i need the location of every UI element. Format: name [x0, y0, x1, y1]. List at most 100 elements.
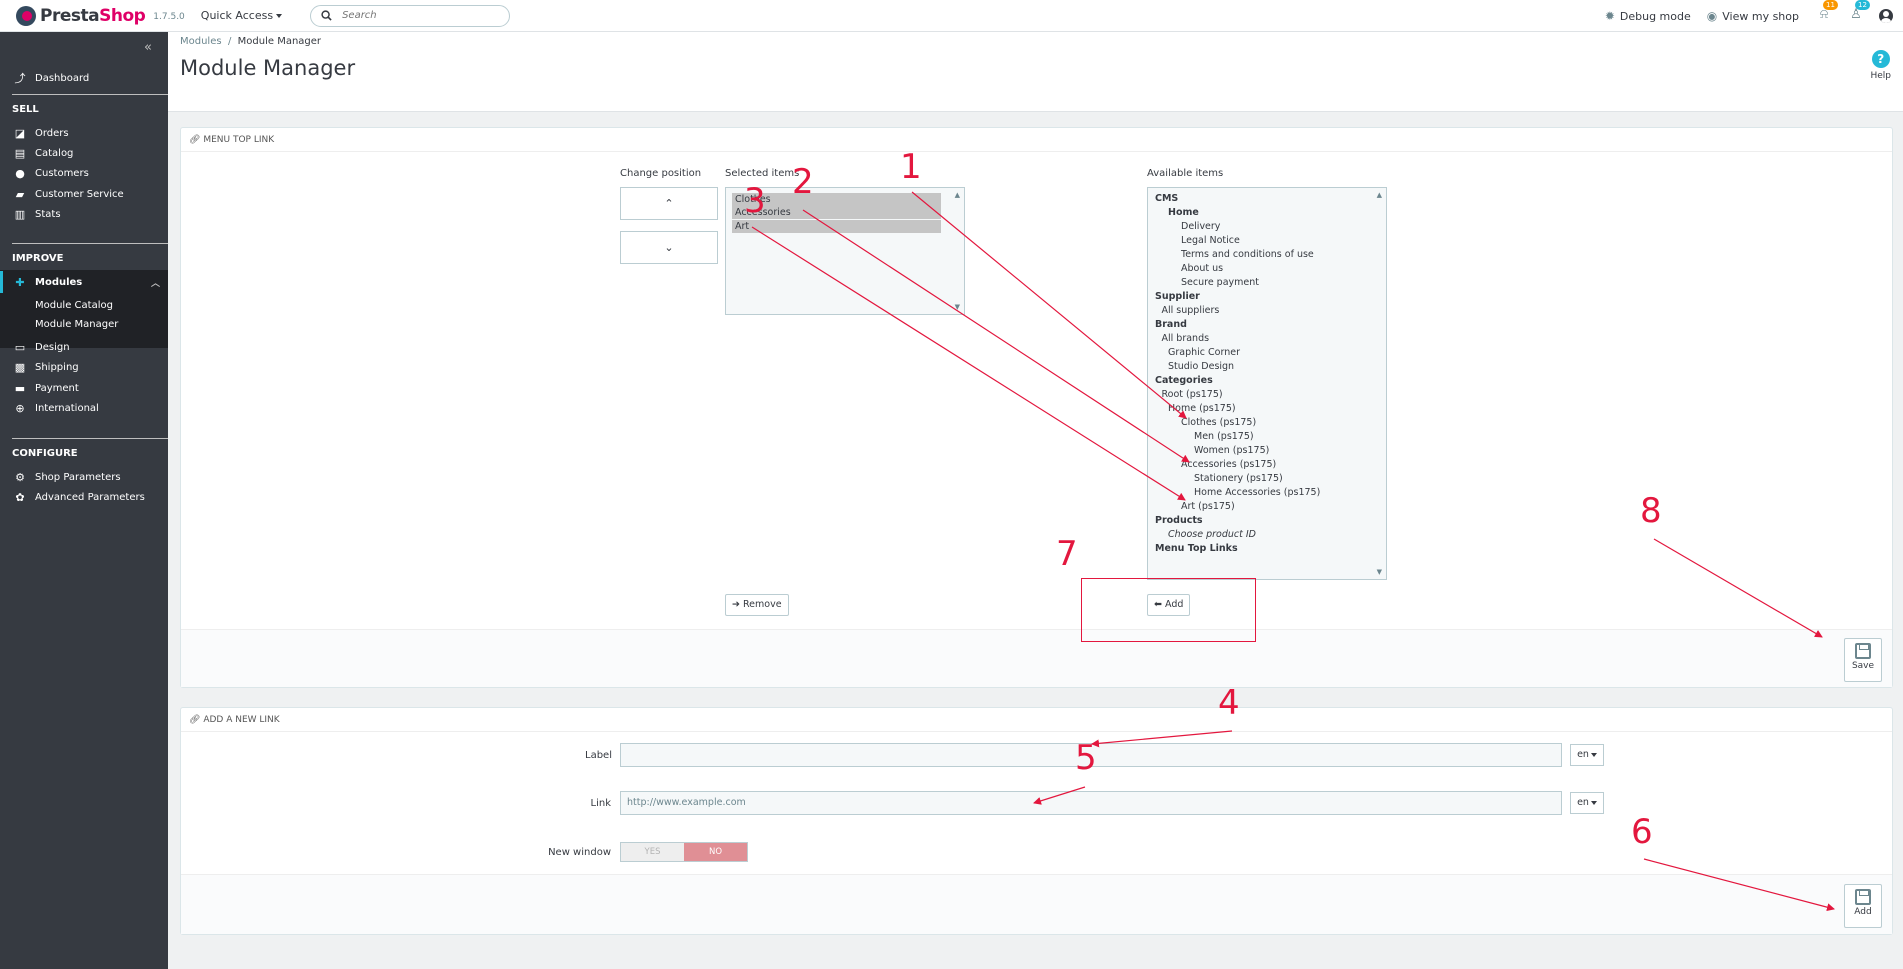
bar-chart-icon: ▥ [14, 207, 26, 221]
available-items-list[interactable]: ▲ ▼ CMS Home Delivery Legal Notice Terms and… [1147, 187, 1387, 580]
available-option[interactable]: Legal Notice [1181, 235, 1240, 246]
view-shop-link[interactable]: ◉ View my shop [1707, 9, 1799, 23]
annotation-6: 6 [1631, 812, 1653, 852]
available-option[interactable]: Women (ps175) [1194, 445, 1269, 456]
annotation-5: 5 [1075, 738, 1097, 778]
panel-heading: 🔗︎ ADD A NEW LINK [181, 708, 1892, 732]
sidebar-item-shipping[interactable]: ▩ Shipping [0, 357, 168, 377]
annotation-4: 4 [1218, 683, 1240, 723]
selected-option[interactable]: Art [732, 220, 941, 233]
user-icon: ● [15, 166, 25, 180]
top-bar: PrestaShop 1.7.5.0 Quick Access ✹Debug m… [0, 0, 1903, 32]
logo-icon [16, 5, 36, 26]
available-option[interactable]: Accessories (ps175) [1181, 459, 1276, 470]
sidebar-item-international[interactable]: ⊕ International [0, 398, 168, 418]
trend-icon: ⤴ [14, 72, 26, 85]
available-option[interactable]: Men (ps175) [1194, 431, 1254, 442]
available-option[interactable]: Home (ps175) [1168, 403, 1236, 414]
breadcrumb: Modules / Module Manager [180, 36, 322, 47]
puzzle-icon: ✚ [15, 275, 25, 289]
sidebar-subitem-module-manager[interactable]: Module Manager [35, 319, 118, 330]
remove-button[interactable]: ➔ Remove [725, 594, 789, 616]
link-language-dropdown[interactable]: en [1570, 792, 1604, 814]
gear-icon: ⚙ [15, 470, 25, 484]
sidebar-section-sell: SELL [12, 104, 39, 115]
sidebar-item-customers[interactable]: ● Customers [0, 163, 168, 183]
help-button[interactable]: ? Help [1870, 50, 1891, 81]
caret-down-icon [276, 14, 283, 18]
change-position-label: Change position [620, 168, 702, 179]
available-option[interactable]: Stationery (ps175) [1194, 473, 1283, 484]
available-option[interactable]: Choose product ID [1168, 529, 1256, 540]
scroll-down-icon[interactable]: ▼ [955, 303, 960, 311]
prestashop-logo[interactable]: PrestaShop [16, 5, 146, 26]
available-option[interactable]: Home Accessories (ps175) [1194, 487, 1320, 498]
move-up-button[interactable]: ⌃ [620, 187, 718, 220]
sidebar-item-stats[interactable]: ▥ Stats [0, 204, 168, 224]
add-link-button[interactable]: Add [1844, 884, 1882, 928]
credit-card-icon: ▬ [14, 381, 26, 395]
customers-notification[interactable]: ♙ 12 [1847, 0, 1870, 25]
search-box[interactable] [310, 4, 511, 27]
sidebar-item-payment[interactable]: ▬ Payment [0, 378, 168, 398]
available-option[interactable]: All suppliers [1162, 305, 1220, 316]
move-down-button[interactable]: ⌄ [620, 231, 718, 264]
link-field-label: Link [590, 798, 611, 809]
scroll-up-icon[interactable]: ▲ [955, 191, 960, 199]
new-window-toggle[interactable]: YES NO [620, 842, 748, 862]
sidebar-divider [12, 243, 168, 244]
sidebar-item-orders[interactable]: ◪ Orders [0, 123, 168, 143]
available-option[interactable]: Secure payment [1181, 277, 1259, 288]
available-option[interactable]: Clothes (ps175) [1181, 417, 1256, 428]
available-option[interactable]: All brands [1162, 333, 1210, 344]
cog-square-icon: ✿ [15, 490, 25, 504]
sidebar-item-shop-parameters[interactable]: ⚙ Shop Parameters [0, 467, 168, 487]
chevron-down-icon: ⌄ [664, 241, 674, 254]
available-group-label: Menu Top Links [1155, 543, 1238, 554]
sidebar-item-catalog[interactable]: ▤ Catalog [0, 143, 168, 163]
collapse-sidebar-icon[interactable]: « [144, 40, 152, 55]
available-option[interactable]: Root (ps175) [1162, 389, 1223, 400]
panel-footer: Add [181, 874, 1892, 934]
available-items-label: Available items [1147, 168, 1224, 179]
sidebar-subitem-module-catalog[interactable]: Module Catalog [35, 300, 113, 311]
panel-heading: 🔗︎ MENU TOP LINK [181, 128, 1892, 152]
save-icon [1855, 889, 1871, 905]
save-button[interactable]: Save [1844, 638, 1882, 682]
available-option[interactable]: Studio Design [1168, 361, 1234, 372]
toggle-yes[interactable]: YES [621, 843, 684, 861]
available-option[interactable]: Delivery [1181, 221, 1220, 232]
version-label: 1.7.5.0 [153, 12, 185, 22]
available-group-label: Categories [1155, 375, 1213, 386]
globe-icon: ⊕ [15, 401, 25, 415]
sidebar-item-customer-service[interactable]: ▰ Customer Service [0, 184, 168, 204]
scroll-down-icon[interactable]: ▼ [1377, 568, 1382, 576]
debug-mode-link[interactable]: ✹ Debug mode [1605, 9, 1691, 23]
available-group-label: Home [1168, 207, 1199, 218]
breadcrumb-current: Module Manager [237, 36, 322, 47]
breadcrumb-modules[interactable]: Modules [180, 36, 222, 47]
sidebar: « ⤴ Dashboard SELL ◪ Orders ▤ Catalog ● Cust… [0, 32, 168, 969]
search-input[interactable] [342, 10, 493, 21]
toggle-no[interactable]: NO [684, 843, 747, 861]
label-language-dropdown[interactable]: en [1570, 744, 1604, 766]
bug-icon: ✹ [1604, 9, 1615, 23]
sidebar-divider [12, 438, 168, 439]
sidebar-item-design[interactable]: ▭ Design [0, 337, 168, 357]
orders-notification[interactable]: ⍾ 11 [1815, 0, 1838, 25]
link-input[interactable]: http://www.example.com [620, 791, 1562, 815]
link-icon: 🔗︎ [189, 715, 201, 725]
chevron-up-icon: ︿ [150, 278, 160, 289]
available-option[interactable]: About us [1181, 263, 1223, 274]
sidebar-item-modules[interactable]: ✚ Modules ︿ [0, 272, 168, 292]
available-option[interactable]: Terms and conditions of use [1181, 249, 1314, 260]
available-option[interactable]: Graphic Corner [1168, 347, 1240, 358]
employee-avatar-icon[interactable] [1879, 9, 1893, 23]
sidebar-item-dashboard[interactable]: ⤴ Dashboard [0, 68, 168, 88]
panel-footer: Save [181, 629, 1892, 687]
available-option[interactable]: Art (ps175) [1181, 501, 1235, 512]
scroll-up-icon[interactable]: ▲ [1377, 191, 1382, 199]
quick-access-dropdown[interactable]: Quick Access [201, 9, 283, 22]
sidebar-item-advanced-parameters[interactable]: ✿ Advanced Parameters [0, 487, 168, 507]
eye-icon: ◉ [1706, 9, 1718, 23]
